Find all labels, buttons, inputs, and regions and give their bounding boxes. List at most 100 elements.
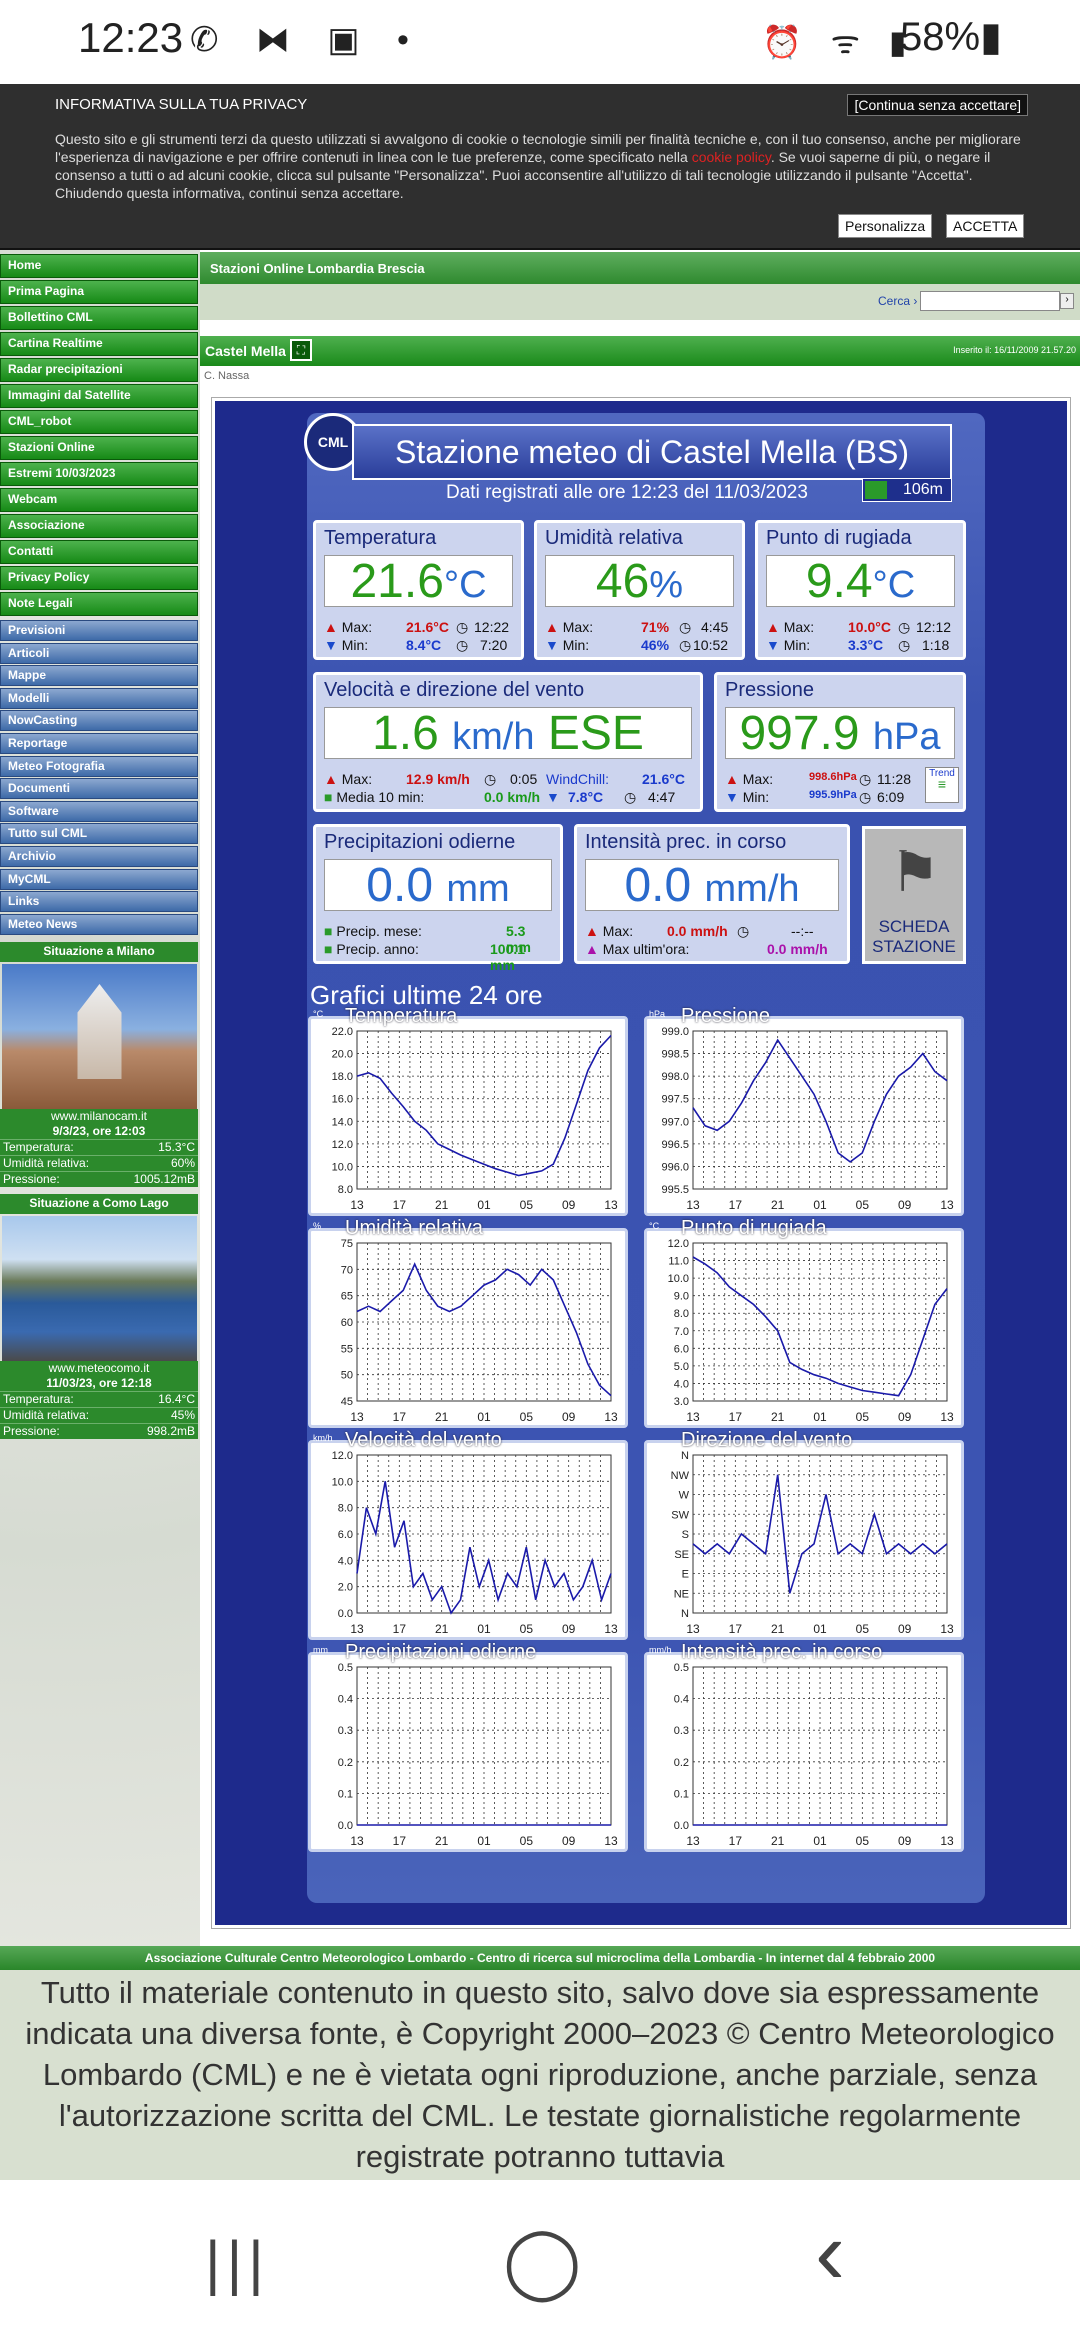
nav-item[interactable]: Archivio: [0, 846, 198, 867]
y-tick-label: 2.0: [338, 1582, 353, 1594]
x-tick-label: 13: [604, 1834, 618, 1848]
x-tick-label: 01: [813, 1410, 827, 1424]
station-sheet-button[interactable]: ⚑ SCHEDA STAZIONE: [862, 826, 966, 964]
stat-time: 12:22: [474, 619, 510, 635]
nav-item[interactable]: Estremi 10/03/2023: [0, 462, 198, 486]
nav-item[interactable]: Radar precipitazioni: [0, 358, 198, 382]
nav-item[interactable]: Webcam: [0, 488, 198, 512]
accept-button[interactable]: ACCETTA: [946, 214, 1025, 238]
nav-item[interactable]: NowCasting: [0, 710, 198, 732]
nav-item[interactable]: CML_robot: [0, 410, 198, 434]
nav-item[interactable]: Tutto sul CML: [0, 823, 198, 845]
y-tick-label: 14.0: [332, 1116, 353, 1128]
stat-label: Min:: [341, 637, 369, 653]
y-tick-label: 0.2: [674, 1757, 689, 1769]
chart[interactable]: mm Precipitazioni odierne 0.5 0.4 0.3 0.2 0.1 0…: [308, 1641, 628, 1852]
x-tick-label: 13: [940, 1410, 954, 1424]
webcam-row: Umidità relativa: 45%: [0, 1407, 198, 1423]
stat-time: 10:52: [693, 637, 729, 653]
nav-item[interactable]: Articoli: [0, 642, 198, 664]
nav-item[interactable]: Mappe: [0, 665, 198, 687]
chart[interactable]: hPa Pressione 999.0 998.5 998.0 997.5 997.0 996…: [644, 1005, 964, 1216]
clock-icon: ◷: [624, 789, 637, 805]
stat-min: ▼ Min: 8.4°C ◷ 7:20: [324, 637, 513, 653]
row-value: 60%: [170, 1156, 195, 1170]
label-line: STAZIONE: [872, 937, 956, 956]
x-tick-label: 01: [813, 1198, 827, 1212]
chart[interactable]: °C Temperatura 22.0 20.0 18.0 16.0 14.0 12.0 10.…: [308, 1005, 628, 1216]
stat-time: 12:12: [916, 619, 952, 635]
y-tick-label: SW: [671, 1509, 689, 1521]
chart[interactable]: km/h Velocità del vento 12.0 10.0 8.0 6.0 4.0 2…: [308, 1429, 628, 1640]
webcam-image[interactable]: [2, 964, 197, 1109]
x-tick-label: 13: [686, 1410, 700, 1424]
y-tick-label: 18.0: [332, 1071, 353, 1083]
chart[interactable]: % Umidità relativa 75 70 65 60 55 50 45 13 17 21 01 0…: [308, 1217, 628, 1428]
x-tick-label: 13: [604, 1622, 618, 1636]
chart-svg: 12.0 10.0 8.0 6.0 4.0 2.0 0.0 13 17 21 01 05 09 13: [332, 1450, 618, 1636]
nav-item[interactable]: Prima Pagina: [0, 280, 198, 304]
nav-item[interactable]: MyCML: [0, 868, 198, 890]
copyright-text: Tutto il materiale contenuto in questo s…: [0, 1970, 1080, 2180]
chart-svg: N NW W SW S SE E NE N 13 17 21 01 05 09 13: [671, 1450, 954, 1636]
dewpoint-value: 9.4°C: [766, 555, 955, 608]
y-tick-label: 997.5: [661, 1094, 689, 1106]
webcam-site[interactable]: www.milanocam.it: [0, 1109, 198, 1124]
y-tick-label: 12.0: [332, 1450, 353, 1462]
home-button[interactable]: ◯: [503, 2220, 581, 2302]
nav-item[interactable]: Documenti: [0, 778, 198, 800]
nav-item[interactable]: Home: [0, 254, 198, 278]
y-tick-label: 996.0: [661, 1161, 689, 1173]
nav-item[interactable]: Cartina Realtime: [0, 332, 198, 356]
y-tick-label: 12.0: [668, 1238, 689, 1250]
nav-item[interactable]: Reportage: [0, 733, 198, 754]
x-tick-label: 13: [686, 1622, 700, 1636]
trend-button[interactable]: Trend ≡: [925, 767, 959, 803]
nav-item[interactable]: Contatti: [0, 540, 198, 564]
recent-apps-button[interactable]: |||: [205, 2228, 270, 2297]
y-tick-label: 22.0: [332, 1026, 353, 1038]
value: 0.0: [366, 859, 434, 912]
breadcrumb[interactable]: Stazioni Online Lombardia Brescia: [200, 252, 1080, 284]
chart[interactable]: mm/h Intensità prec. in corso 0.5 0.4 0.3 0.2…: [644, 1641, 964, 1852]
x-tick-label: 17: [393, 1622, 407, 1636]
stat-label: WindChill:: [546, 771, 610, 787]
customize-button[interactable]: Personalizza: [838, 214, 933, 238]
expand-icon[interactable]: ⛶: [290, 339, 312, 361]
y-tick-label: 0.4: [674, 1694, 689, 1706]
card-label: Umidità relativa: [545, 527, 683, 549]
chart[interactable]: °C Punto di rugiada 12.0 11.0 10.0 9.0 8.0 7.0 6…: [644, 1217, 964, 1428]
chart[interactable]: Direzione del vento N NW W SW S SE E NE N 13 17 21 01…: [644, 1429, 964, 1640]
y-tick-label: 11.0: [668, 1256, 689, 1268]
nav-item[interactable]: Associazione: [0, 514, 198, 538]
search-go-button[interactable]: ›: [1060, 293, 1074, 309]
continue-without-accepting-link[interactable]: [Continua senza accettare]: [847, 94, 1028, 116]
nav-item[interactable]: Previsioni: [0, 620, 198, 641]
nav-item[interactable]: Privacy Policy: [0, 566, 198, 590]
nav-item[interactable]: Modelli: [0, 687, 198, 709]
nav-item[interactable]: Stazioni Online: [0, 436, 198, 460]
back-button[interactable]: ‹: [815, 2202, 845, 2305]
row-label: Umidità relativa:: [3, 1408, 90, 1422]
nav-item[interactable]: Meteo Fotografia: [0, 755, 198, 777]
nav-item[interactable]: Bollettino CML: [0, 306, 198, 330]
cookie-policy-link[interactable]: cookie policy: [692, 149, 771, 165]
stat-time: --:--: [791, 923, 814, 939]
rain-card: Precipitazioni odierne 0.0 mm ■ Precip. …: [313, 824, 563, 973]
nav-item[interactable]: Immagini dal Satellite: [0, 384, 198, 408]
search-input[interactable]: [920, 291, 1060, 311]
stat-label: Max:: [562, 619, 594, 635]
webcam-image[interactable]: [2, 1216, 197, 1361]
x-tick-label: 21: [771, 1834, 785, 1848]
wind-direction: ESE: [547, 707, 644, 760]
nav-item[interactable]: Meteo News: [0, 913, 198, 935]
clock-icon: ◷: [456, 619, 469, 635]
webcam-site[interactable]: www.meteocomo.it: [0, 1361, 198, 1376]
nav-item[interactable]: Software: [0, 800, 198, 822]
side-widget-title: Situazione a Milano: [0, 942, 198, 962]
y-tick-label: 0.0: [338, 1608, 353, 1620]
nav-item[interactable]: Links: [0, 891, 198, 913]
nav-item[interactable]: Note Legali: [0, 592, 198, 616]
up-triangle-icon: ▲: [324, 771, 338, 787]
x-tick-label: 13: [604, 1198, 618, 1212]
